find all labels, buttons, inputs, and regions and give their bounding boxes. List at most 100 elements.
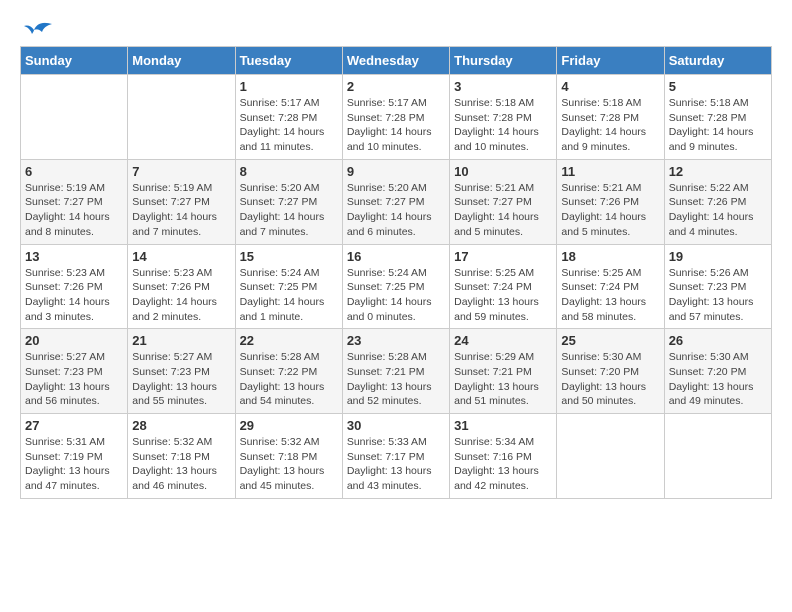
day-info: Sunrise: 5:25 AM Sunset: 7:24 PM Dayligh… [454,266,552,325]
column-header-wednesday: Wednesday [342,47,449,75]
day-info: Sunrise: 5:17 AM Sunset: 7:28 PM Dayligh… [347,96,445,155]
column-header-sunday: Sunday [21,47,128,75]
day-number: 11 [561,164,659,179]
logo-bird-icon [24,20,52,40]
day-info: Sunrise: 5:19 AM Sunset: 7:27 PM Dayligh… [132,181,230,240]
calendar-cell: 9Sunrise: 5:20 AM Sunset: 7:27 PM Daylig… [342,159,449,244]
day-number: 2 [347,79,445,94]
day-number: 22 [240,333,338,348]
day-info: Sunrise: 5:27 AM Sunset: 7:23 PM Dayligh… [132,350,230,409]
day-info: Sunrise: 5:27 AM Sunset: 7:23 PM Dayligh… [25,350,123,409]
calendar-cell: 31 Sunrise: 5:34 AM Sunset: 7:16 PM Dayli… [450,414,557,499]
day-info: Sunrise: 5:23 AM Sunset: 7:26 PM Dayligh… [25,266,123,325]
calendar-cell: 19 Sunrise: 5:26 AM Sunset: 7:23 PM Dayli… [664,244,771,329]
page-header [20,20,772,36]
day-number: 26 [669,333,767,348]
day-number: 29 [240,418,338,433]
day-number: 17 [454,249,552,264]
day-info: Sunrise: 5:18 AM Sunset: 7:28 PM Dayligh… [669,96,767,155]
day-info: Sunrise: 5:24 AM Sunset: 7:25 PM Dayligh… [347,266,445,325]
day-number: 25 [561,333,659,348]
calendar-cell: 22 Sunrise: 5:28 AM Sunset: 7:22 PM Dayli… [235,329,342,414]
calendar-cell: 7 Sunrise: 5:19 AM Sunset: 7:27 PM Daylig… [128,159,235,244]
day-number: 23 [347,333,445,348]
calendar-cell: 4 Sunrise: 5:18 AM Sunset: 7:28 PM Daylig… [557,75,664,160]
calendar-cell: 2 Sunrise: 5:17 AM Sunset: 7:28 PM Daylig… [342,75,449,160]
calendar-cell [21,75,128,160]
calendar-cell: 12 Sunrise: 5:22 AM Sunset: 7:26 PM Dayli… [664,159,771,244]
day-number: 20 [25,333,123,348]
day-number: 30 [347,418,445,433]
day-info: Sunrise: 5:25 AM Sunset: 7:24 PM Dayligh… [561,266,659,325]
day-info: Sunrise: 5:30 AM Sunset: 7:20 PM Dayligh… [561,350,659,409]
day-info: Sunrise: 5:24 AM Sunset: 7:25 PM Dayligh… [240,266,338,325]
calendar-cell: 30 Sunrise: 5:33 AM Sunset: 7:17 PM Dayli… [342,414,449,499]
calendar-cell: 15 Sunrise: 5:24 AM Sunset: 7:25 PM Dayli… [235,244,342,329]
column-header-thursday: Thursday [450,47,557,75]
calendar-cell: 20 Sunrise: 5:27 AM Sunset: 7:23 PM Dayli… [21,329,128,414]
day-number: 12 [669,164,767,179]
day-info: Sunrise: 5:18 AM Sunset: 7:28 PM Dayligh… [561,96,659,155]
calendar-cell: 6 Sunrise: 5:19 AM Sunset: 7:27 PM Daylig… [21,159,128,244]
calendar-cell: 27 Sunrise: 5:31 AM Sunset: 7:19 PM Dayli… [21,414,128,499]
day-number: 27 [25,418,123,433]
day-number: 31 [454,418,552,433]
day-number: 14 [132,249,230,264]
day-number: 24 [454,333,552,348]
day-info: Sunrise: 5:33 AM Sunset: 7:17 PM Dayligh… [347,435,445,494]
day-number: 5 [669,79,767,94]
day-number: 4 [561,79,659,94]
column-header-friday: Friday [557,47,664,75]
calendar-cell: 24 Sunrise: 5:29 AM Sunset: 7:21 PM Dayli… [450,329,557,414]
day-info: Sunrise: 5:32 AM Sunset: 7:18 PM Dayligh… [240,435,338,494]
day-info: Sunrise: 5:32 AM Sunset: 7:18 PM Dayligh… [132,435,230,494]
calendar-cell: 17 Sunrise: 5:25 AM Sunset: 7:24 PM Dayli… [450,244,557,329]
calendar-week-5: 27 Sunrise: 5:31 AM Sunset: 7:19 PM Dayli… [21,414,772,499]
day-info: Sunrise: 5:26 AM Sunset: 7:23 PM Dayligh… [669,266,767,325]
calendar-week-3: 13 Sunrise: 5:23 AM Sunset: 7:26 PM Dayli… [21,244,772,329]
calendar-cell: 21 Sunrise: 5:27 AM Sunset: 7:23 PM Dayli… [128,329,235,414]
calendar-week-4: 20 Sunrise: 5:27 AM Sunset: 7:23 PM Dayli… [21,329,772,414]
day-number: 21 [132,333,230,348]
calendar-cell [557,414,664,499]
day-info: Sunrise: 5:19 AM Sunset: 7:27 PM Dayligh… [25,181,123,240]
day-info: Sunrise: 5:29 AM Sunset: 7:21 PM Dayligh… [454,350,552,409]
day-info: Sunrise: 5:30 AM Sunset: 7:20 PM Dayligh… [669,350,767,409]
calendar-cell: 16Sunrise: 5:24 AM Sunset: 7:25 PM Dayli… [342,244,449,329]
calendar-cell: 3Sunrise: 5:18 AM Sunset: 7:28 PM Daylig… [450,75,557,160]
day-number: 6 [25,164,123,179]
day-number: 15 [240,249,338,264]
column-header-monday: Monday [128,47,235,75]
day-info: Sunrise: 5:28 AM Sunset: 7:22 PM Dayligh… [240,350,338,409]
day-number: 19 [669,249,767,264]
day-info: Sunrise: 5:28 AM Sunset: 7:21 PM Dayligh… [347,350,445,409]
calendar-week-2: 6 Sunrise: 5:19 AM Sunset: 7:27 PM Daylig… [21,159,772,244]
calendar-cell: 26 Sunrise: 5:30 AM Sunset: 7:20 PM Dayli… [664,329,771,414]
calendar-cell: 25 Sunrise: 5:30 AM Sunset: 7:20 PM Dayli… [557,329,664,414]
day-info: Sunrise: 5:21 AM Sunset: 7:26 PM Dayligh… [561,181,659,240]
day-number: 18 [561,249,659,264]
calendar-cell: 28 Sunrise: 5:32 AM Sunset: 7:18 PM Dayli… [128,414,235,499]
day-info: Sunrise: 5:22 AM Sunset: 7:26 PM Dayligh… [669,181,767,240]
column-header-tuesday: Tuesday [235,47,342,75]
day-info: Sunrise: 5:18 AM Sunset: 7:28 PM Dayligh… [454,96,552,155]
day-number: 8 [240,164,338,179]
calendar-cell: 8Sunrise: 5:20 AM Sunset: 7:27 PM Daylig… [235,159,342,244]
calendar-cell [664,414,771,499]
day-info: Sunrise: 5:20 AM Sunset: 7:27 PM Dayligh… [347,181,445,240]
logo [20,20,52,36]
calendar-cell: 1Sunrise: 5:17 AM Sunset: 7:28 PM Daylig… [235,75,342,160]
calendar-cell: 23 Sunrise: 5:28 AM Sunset: 7:21 PM Dayli… [342,329,449,414]
calendar-cell: 14 Sunrise: 5:23 AM Sunset: 7:26 PM Dayli… [128,244,235,329]
day-info: Sunrise: 5:23 AM Sunset: 7:26 PM Dayligh… [132,266,230,325]
calendar-cell [128,75,235,160]
day-info: Sunrise: 5:31 AM Sunset: 7:19 PM Dayligh… [25,435,123,494]
day-number: 28 [132,418,230,433]
calendar-cell: 5 Sunrise: 5:18 AM Sunset: 7:28 PM Daylig… [664,75,771,160]
calendar-cell: 13 Sunrise: 5:23 AM Sunset: 7:26 PM Dayli… [21,244,128,329]
day-info: Sunrise: 5:34 AM Sunset: 7:16 PM Dayligh… [454,435,552,494]
calendar-cell: 10Sunrise: 5:21 AM Sunset: 7:27 PM Dayli… [450,159,557,244]
day-number: 13 [25,249,123,264]
day-number: 7 [132,164,230,179]
day-info: Sunrise: 5:21 AM Sunset: 7:27 PM Dayligh… [454,181,552,240]
